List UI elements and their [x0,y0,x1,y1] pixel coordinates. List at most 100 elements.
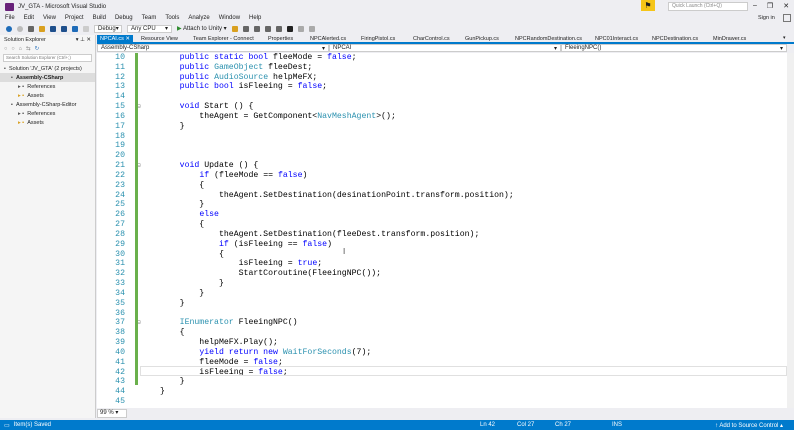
tree-item[interactable]: ▪ Assembly-CSharp [0,73,95,82]
minimize-button[interactable]: – [753,2,757,10]
tab-npcalerted-cs[interactable]: NPCAlerted.cs [307,35,349,43]
refresh-icon[interactable]: ↻ [35,46,40,52]
new-project-icon[interactable] [28,25,34,32]
sync-icon[interactable]: ⇆ [26,46,31,52]
menu-help[interactable]: Help [249,15,261,21]
save-icon[interactable] [50,25,56,32]
change-tracking-bar [135,53,138,385]
code-token: } [160,200,205,210]
tab-mindrawer-cs[interactable]: MinDrawer.cs [710,35,749,43]
code-text: } [160,279,224,289]
quick-launch-input[interactable]: Quick Launch (Ctrl+Q) [668,2,748,11]
line-number: 13 [115,82,125,92]
tab-npcrandomdestination-cs[interactable]: NPCRandomDestination.cs [512,35,585,43]
tab-team-explorer-connect[interactable]: Team Explorer - Connect [190,35,257,43]
project-select[interactable]: Assembly-CSharp ▾ [97,44,329,52]
menu-debug[interactable]: Debug [115,15,133,21]
code-token: (isFleeing == [233,239,303,249]
restore-button[interactable]: ❐ [767,2,773,10]
configuration-select[interactable]: Debug ▾ [94,24,122,33]
tree-item[interactable]: ▸ ▪ References [0,109,95,118]
code-text: theAgent.SetDestination(desinationPoint.… [160,191,514,201]
tab-charcontrol-cs[interactable]: CharControl.cs [410,35,453,43]
menu-tools[interactable]: Tools [165,15,179,21]
code-text: { [160,328,185,338]
navigation-bar: Assembly-CSharp ▾ NPCAI ▾ FleeingNPC() ▾ [97,44,787,53]
feedback-flag-icon[interactable]: ⚑ [641,0,655,11]
tree-item[interactable]: ▸ ▪ Assets [0,91,95,100]
member-select[interactable]: FleeingNPC() ▾ [561,44,787,52]
home-icon[interactable]: ⌂ [19,46,22,52]
find-icon[interactable] [231,25,238,32]
tree-item[interactable]: ▸ ▪ Assets [0,118,95,127]
menu-build[interactable]: Build [93,15,106,21]
forward-icon[interactable] [17,25,23,32]
code-text: } [160,377,185,387]
bookmark-icon[interactable] [286,25,293,32]
window-icon[interactable] [253,25,260,32]
forward-icon[interactable]: ○ [11,46,14,52]
line-number: 33 [115,279,125,289]
menu-window[interactable]: Window [219,15,240,21]
open-folder-icon[interactable] [39,25,45,32]
solution-icon[interactable] [242,25,249,32]
menu-view[interactable]: View [43,15,56,21]
add-to-source-control-button[interactable]: ↑ Add to Source Control ▴ [715,422,783,429]
attach-to-unity-button[interactable]: ▶ Attach to Unity ▾ [177,25,227,32]
menu-edit[interactable]: Edit [24,15,34,21]
tab-gunpickup-cs[interactable]: GunPickup.cs [462,35,502,43]
undo-icon[interactable] [72,25,78,32]
tab-npcdestination-cs[interactable]: NPCDestination.cs [649,35,701,43]
tab-label: NPCAI.cs [100,36,124,42]
solution-search-input[interactable]: Search Solution Explorer (Ctrl+;) [3,54,92,62]
close-button[interactable]: ✕ [783,2,789,10]
line-number: 38 [115,328,125,338]
tab-properties[interactable]: Properties [265,35,296,43]
back-icon[interactable]: ○ [4,46,7,52]
code-token: public bool [179,82,239,92]
code-token: NavMeshAgent [317,111,377,121]
code-text: public bool isFleeing = false; [160,82,327,92]
back-icon[interactable] [6,25,12,32]
tree-item-label: References [27,110,56,117]
code-editor[interactable]: 10 public static bool fleeMode = false; 1… [97,53,787,408]
vertical-scrollbar[interactable] [787,53,794,408]
line-number: 30 [115,249,125,259]
solution-explorer-toolbar: ○ ○ ⌂ ⇆ ↻ [0,44,95,53]
close-tab-icon[interactable]: ✕ [124,36,130,42]
uncomment-icon[interactable] [275,25,282,32]
code-line: 17 } [97,122,787,132]
save-all-icon[interactable] [61,25,67,32]
menu-team[interactable]: Team [142,15,157,21]
next-bookmark-icon[interactable] [308,25,315,32]
close-panel-icon[interactable]: ▾ ⊥ ✕ [76,37,91,43]
menu-file[interactable]: File [5,15,15,21]
status-bar: ▭ Item(s) Saved Ln 42 Col 27 Ch 27 INS ↑… [0,420,794,430]
tree-item[interactable]: ▪ Solution 'JV_GTA' (2 projects) [0,64,95,73]
class-select[interactable]: NPCAI ▾ [329,44,561,52]
zoom-select[interactable]: 99 % ▾ [97,409,127,418]
member-value: FleeingNPC() [565,45,602,51]
tab-npcai-cs[interactable]: NPCAI.cs ✕ [97,35,133,43]
prev-bookmark-icon[interactable] [297,25,304,32]
tree-item[interactable]: ▪ Assembly-CSharp-Editor [0,100,95,109]
menu-analyze[interactable]: Analyze [188,15,209,21]
code-line: 26 else [97,210,787,220]
redo-icon[interactable] [83,25,89,32]
platform-select[interactable]: Any CPU ▾ [127,24,172,33]
account-icon[interactable] [783,14,791,22]
tab-label: GunPickup.cs [465,36,499,42]
menu-project[interactable]: Project [65,15,84,21]
tree-item[interactable]: ▸ ▪ References [0,82,95,91]
comment-icon[interactable] [264,25,271,32]
sign-in-link[interactable]: Sign in [758,15,775,21]
tab-resource-view[interactable]: Resource View [138,35,181,43]
tab-firingpistol-cs[interactable]: FiringPistol.cs [358,35,398,43]
line-number: 26 [115,210,125,220]
tab-overflow-icon[interactable]: ▾ [783,35,786,41]
tab-npc01interact-cs[interactable]: NPC01Interact.cs [592,35,641,43]
code-text: yield return new WaitForSeconds(7); [160,348,371,358]
current-line-highlight [140,366,787,376]
